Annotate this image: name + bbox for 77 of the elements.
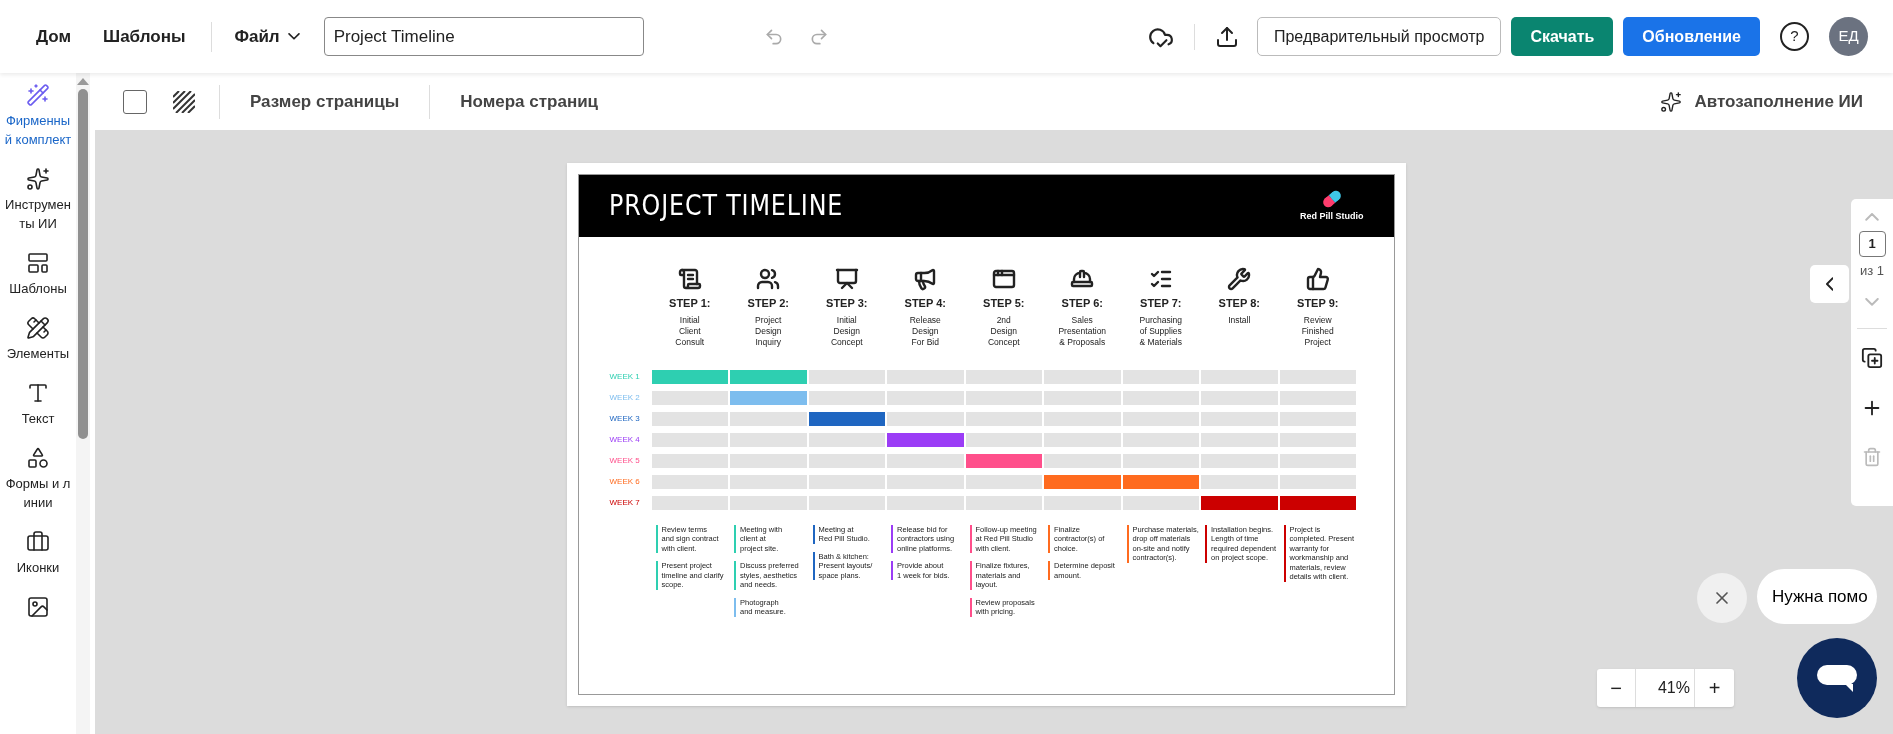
sidebar-item[interactable]: Формы и линии (1, 446, 75, 512)
template-icon (26, 251, 50, 275)
week-label: WEEK 1 (609, 370, 641, 383)
step-number: STEP 5: (983, 296, 1025, 311)
collapse-panel-button[interactable] (1810, 265, 1849, 303)
sparkles-icon (26, 167, 50, 191)
close-button[interactable] (1697, 573, 1747, 623)
step-number: STEP 8: (1218, 296, 1260, 311)
step-title: Sales Presentation & Proposals (1058, 314, 1107, 348)
megaphone-icon (913, 267, 938, 291)
help-button[interactable]: ? (1780, 22, 1809, 51)
sparkles-icon (1660, 90, 1683, 113)
text-icon (26, 381, 50, 405)
step-title: Project Design Inquiry (755, 314, 782, 348)
page-number-field[interactable]: 1 (1858, 230, 1886, 257)
update-button[interactable]: Обновление (1623, 17, 1760, 56)
week-label: WEEK 2 (609, 391, 641, 404)
page-count: из 1 (1859, 261, 1885, 280)
shapes-icon (26, 446, 50, 470)
zoom-value: 41% (1636, 669, 1695, 707)
pencil-ruler-icon (26, 316, 50, 340)
briefcase-icon (26, 530, 50, 554)
zoom-out-button[interactable]: − (1597, 669, 1636, 707)
week-label: WEEK 3 (609, 412, 641, 425)
step-title: Release Design For Bid (909, 314, 941, 348)
week-label: WEEK 4 (609, 433, 641, 446)
step-number: STEP 1: (669, 296, 711, 311)
zoom-in-button[interactable]: + (1695, 669, 1734, 707)
step-number: STEP 4: (904, 296, 946, 311)
sidebar-item[interactable]: Шаблоны (1, 251, 75, 298)
step-number: STEP 2: (747, 296, 789, 311)
step-title: Install (1228, 314, 1251, 326)
page-size-button[interactable]: Размер страницы (250, 88, 400, 115)
upload-icon[interactable] (1214, 24, 1239, 49)
chevron-left-icon (1825, 277, 1834, 291)
brand-name: Red Pill Studio (1300, 210, 1364, 224)
page-numbers-button[interactable]: Номера страниц (460, 88, 599, 115)
step-number: STEP 7: (1140, 296, 1182, 311)
sidebar-item[interactable]: Фирменный комплект (1, 83, 75, 149)
step-title: Purchasing of Supplies & Materials (1139, 314, 1182, 348)
nav-link[interactable]: Дом (36, 23, 72, 50)
document-title: PROJECT TIMELINE (608, 188, 843, 224)
magic-wand-icon (26, 83, 50, 107)
step-title: 2nd Design Concept (987, 314, 1020, 348)
thumbs-up-icon (1305, 267, 1330, 291)
preview-button[interactable]: Предварительный просмотр (1256, 17, 1502, 56)
download-button[interactable]: Скачать (1511, 17, 1614, 56)
title-field[interactable]: Project Timeline (323, 17, 644, 56)
help-chat-bubble[interactable]: Нужна помо (1757, 569, 1877, 624)
chevron-down-icon (287, 33, 300, 40)
step-title: Initial Client Consult (675, 314, 705, 348)
people-icon (756, 267, 781, 291)
image-icon (26, 595, 50, 619)
step-number: STEP 9: (1297, 296, 1339, 311)
duplicate-page-icon[interactable] (1861, 346, 1883, 369)
step-title: Review Finished Project (1301, 314, 1334, 348)
sidebar-item[interactable]: Инструменты ИИ (1, 167, 75, 233)
sidebar-item[interactable]: Текст (1, 381, 75, 428)
file-menu[interactable]: Файл (234, 23, 300, 50)
scroll-icon (677, 267, 702, 291)
week-label: WEEK 7 (609, 496, 641, 509)
user-avatar[interactable]: ЕД (1829, 17, 1868, 56)
week-label: WEEK 6 (609, 475, 641, 488)
presentation-board-icon (834, 267, 859, 291)
scrollbar[interactable] (76, 73, 90, 734)
window-icon (991, 267, 1016, 291)
sidebar-item[interactable]: Элементы (1, 316, 75, 363)
hatch-pattern-icon[interactable] (173, 90, 195, 113)
nav-link[interactable]: Шаблоны (103, 23, 186, 50)
step-number: STEP 3: (826, 296, 868, 311)
step-title: Initial Design Concept (830, 314, 863, 348)
sidebar-item[interactable]: Иконки (1, 530, 75, 577)
step-number: STEP 6: (1061, 296, 1103, 311)
ai-autofill-button[interactable]: Автозаполнение ИИ (1694, 88, 1863, 115)
color-swatch[interactable] (123, 89, 147, 114)
wrench-icon (1227, 267, 1252, 291)
week-label: WEEK 5 (609, 454, 641, 467)
